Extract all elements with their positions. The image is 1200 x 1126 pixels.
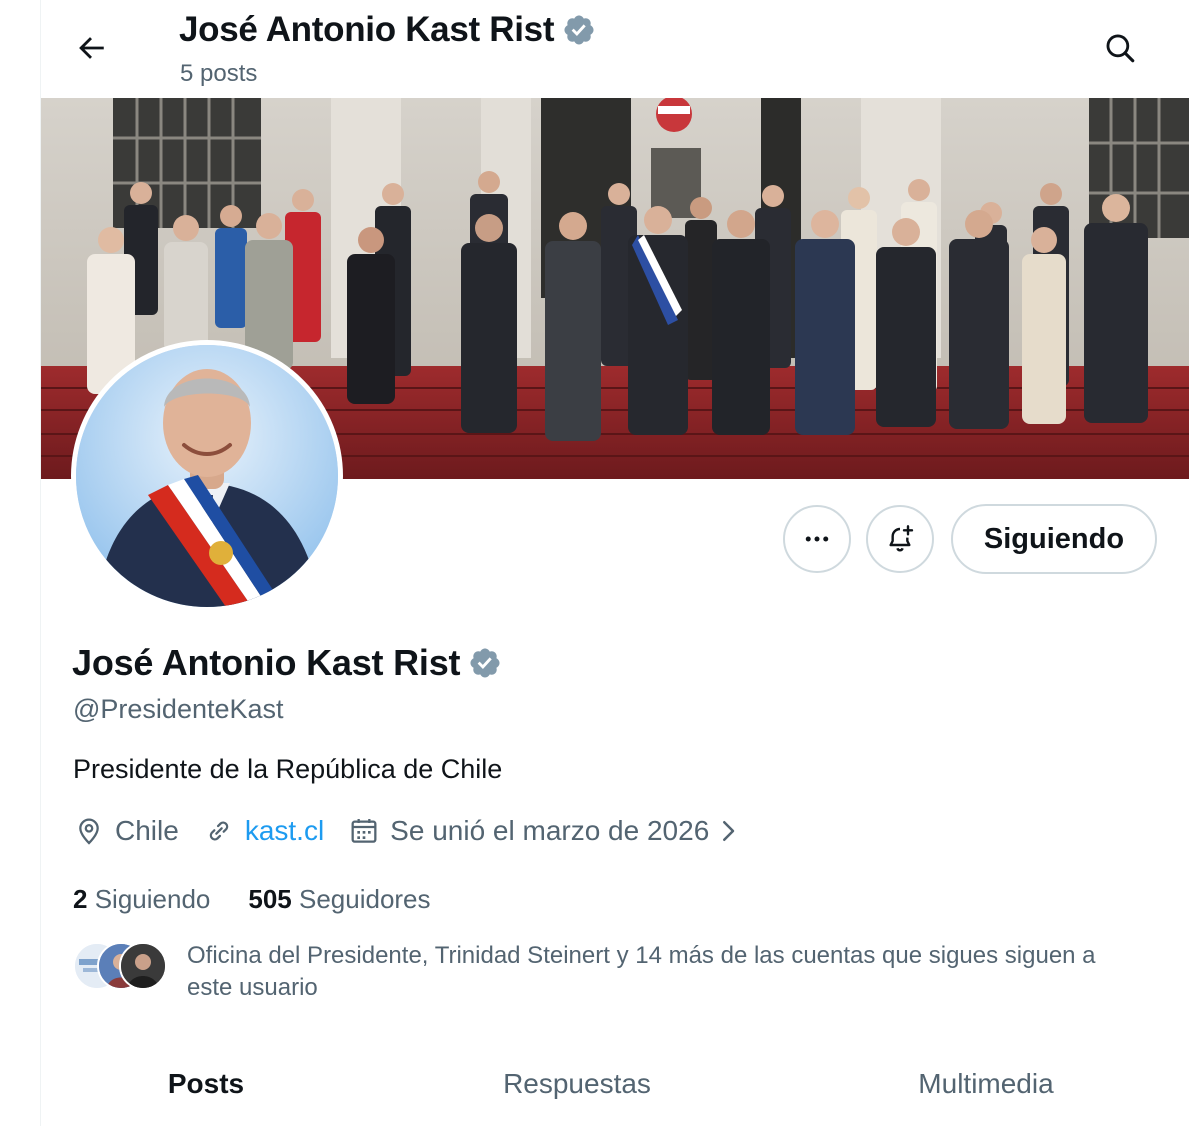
tab-posts[interactable]: Posts bbox=[41, 1042, 371, 1126]
followers-you-know-text: Oficina del Presidente, Trinidad Steiner… bbox=[187, 942, 1096, 1001]
followers-count: 505 bbox=[248, 884, 292, 914]
following-count-link[interactable]: 2 Siguiendo bbox=[73, 884, 210, 915]
back-button[interactable] bbox=[67, 24, 115, 72]
profile-avatar[interactable] bbox=[71, 340, 343, 612]
website-link[interactable]: kast.cl bbox=[245, 815, 324, 847]
following-count: 2 bbox=[73, 884, 88, 914]
following-button[interactable]: Siguiendo bbox=[951, 504, 1157, 574]
header-title: José Antonio Kast Rist bbox=[179, 10, 596, 50]
back-arrow-icon bbox=[79, 37, 104, 59]
tab-respuestas[interactable]: Respuestas bbox=[371, 1042, 783, 1126]
tab-multimedia[interactable]: Multimedia bbox=[783, 1042, 1189, 1126]
profile-bio: Presidente de la República de Chile bbox=[73, 754, 503, 784]
followers-label: Seguidores bbox=[298, 884, 431, 914]
display-name: José Antonio Kast Rist bbox=[72, 642, 502, 684]
verified-badge-icon[interactable] bbox=[468, 646, 502, 680]
verified-badge-icon bbox=[564, 15, 594, 45]
following-label: Siguiendo bbox=[94, 884, 211, 914]
more-button[interactable] bbox=[783, 505, 851, 573]
location-text: Chile bbox=[115, 815, 179, 846]
more-icon bbox=[805, 536, 829, 542]
profile-tabs: Posts Respuestas Multimedia bbox=[41, 1042, 1189, 1126]
profile-handle: @PresidenteKast bbox=[73, 694, 284, 724]
followers-count-link[interactable]: 505 Seguidores bbox=[248, 884, 430, 915]
location-icon bbox=[79, 818, 99, 845]
website-item[interactable]: kast.cl bbox=[203, 815, 324, 847]
search-button[interactable] bbox=[1096, 24, 1144, 72]
bell-plus-icon bbox=[889, 525, 914, 552]
joined-item[interactable]: Se unió el marzo de 2026 bbox=[348, 815, 753, 847]
avatar-photo bbox=[76, 345, 338, 607]
follow-counts: 2 Siguiendo 505 Seguidores bbox=[73, 884, 469, 915]
followers-you-know-avatars bbox=[73, 942, 167, 994]
profile-column: José Antonio Kast Rist 5 posts Siguiendo… bbox=[40, 0, 1189, 1126]
link-icon bbox=[209, 821, 229, 841]
follower-avatar bbox=[119, 942, 167, 990]
profile-meta: Chile kast.cl Se unió el marzo de 2026 bbox=[73, 815, 777, 847]
calendar-icon bbox=[351, 819, 377, 843]
joined-text: Se unió el marzo de 2026 bbox=[390, 815, 710, 846]
notifications-button[interactable] bbox=[866, 505, 934, 573]
search-icon bbox=[1106, 34, 1135, 63]
followers-you-know[interactable]: Oficina del Presidente, Trinidad Steiner… bbox=[73, 940, 1147, 1004]
display-name-text: José Antonio Kast Rist bbox=[72, 642, 461, 683]
location-item: Chile bbox=[73, 815, 179, 847]
header-name-text: José Antonio Kast Rist bbox=[179, 10, 555, 49]
chevron-right-icon bbox=[723, 821, 735, 841]
header-posts-count: 5 posts bbox=[180, 60, 258, 87]
